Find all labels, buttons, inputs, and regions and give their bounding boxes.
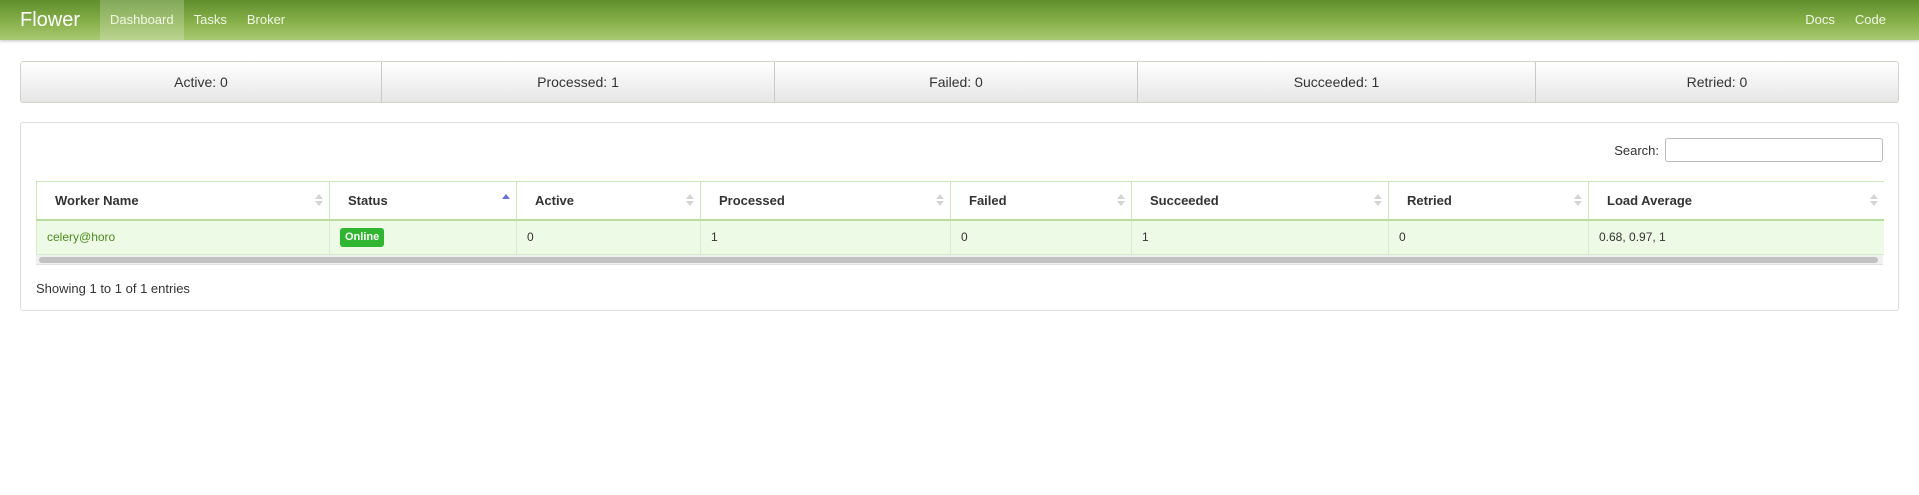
sort-icon bbox=[315, 194, 323, 208]
table-header-row: Worker Name Status Active Processed Fail… bbox=[36, 181, 1884, 221]
cell-failed: 0 bbox=[950, 219, 1132, 255]
search-label: Search: bbox=[1614, 142, 1659, 158]
sort-icon bbox=[1374, 194, 1382, 208]
cell-worker-name: celery@horo bbox=[36, 219, 330, 255]
column-header-active[interactable]: Active bbox=[516, 181, 701, 221]
worker-link[interactable]: celery@horo bbox=[47, 230, 115, 244]
nav-broker[interactable]: Broker bbox=[237, 0, 295, 40]
stat-processed: Processed: 1 bbox=[382, 62, 775, 102]
sort-icon bbox=[1869, 194, 1878, 208]
column-header-label: Load Average bbox=[1607, 192, 1693, 208]
summary-stats-bar: Active: 0 Processed: 1 Failed: 0 Succeed… bbox=[20, 61, 1899, 103]
table-row: celery@horo Online 0 1 0 1 0 0.68, 0.97,… bbox=[36, 219, 1884, 255]
top-navbar: Flower Dashboard Tasks Broker Docs Code bbox=[0, 0, 1919, 40]
scrollbar-thumb[interactable] bbox=[39, 257, 1878, 263]
brand-link[interactable]: Flower bbox=[20, 0, 80, 40]
column-header-label: Active bbox=[535, 192, 575, 208]
sort-icon bbox=[1117, 194, 1125, 208]
status-badge: Online bbox=[340, 227, 385, 247]
sort-icon bbox=[936, 194, 944, 208]
nav-tasks[interactable]: Tasks bbox=[184, 0, 237, 40]
nav-code[interactable]: Code bbox=[1845, 0, 1896, 40]
column-header-worker-name[interactable]: Worker Name bbox=[36, 181, 330, 221]
stat-succeeded: Succeeded: 1 bbox=[1138, 62, 1536, 102]
column-header-label: Succeeded bbox=[1150, 192, 1219, 208]
search-box: Search: bbox=[1614, 138, 1883, 162]
sort-ascending-icon bbox=[502, 194, 510, 208]
cell-processed: 1 bbox=[700, 219, 951, 255]
stat-failed: Failed: 0 bbox=[775, 62, 1138, 102]
table-info: Showing 1 to 1 of 1 entries bbox=[36, 281, 190, 296]
workers-table-wrapper: Worker Name Status Active Processed Fail… bbox=[36, 181, 1884, 271]
column-header-succeeded[interactable]: Succeeded bbox=[1131, 181, 1389, 221]
search-input[interactable] bbox=[1665, 138, 1883, 162]
workers-table: Worker Name Status Active Processed Fail… bbox=[36, 181, 1884, 255]
cell-succeeded: 1 bbox=[1131, 219, 1389, 255]
cell-active: 0 bbox=[516, 219, 701, 255]
main-nav: Dashboard Tasks Broker bbox=[100, 0, 295, 40]
column-header-status[interactable]: Status bbox=[329, 181, 517, 221]
cell-status: Online bbox=[329, 219, 517, 255]
column-header-label: Failed bbox=[969, 192, 1007, 208]
column-header-failed[interactable]: Failed bbox=[950, 181, 1132, 221]
sort-icon bbox=[1574, 194, 1582, 208]
column-header-retried[interactable]: Retried bbox=[1388, 181, 1589, 221]
nav-docs[interactable]: Docs bbox=[1795, 0, 1845, 40]
workers-panel: Search: Worker Name Status Active Proces… bbox=[20, 122, 1899, 311]
horizontal-scrollbar[interactable] bbox=[36, 255, 1883, 265]
column-header-label: Processed bbox=[719, 192, 785, 208]
stat-retried: Retried: 0 bbox=[1536, 62, 1898, 102]
cell-retried: 0 bbox=[1388, 219, 1589, 255]
sort-icon bbox=[686, 194, 694, 208]
column-header-load-average[interactable]: Load Average bbox=[1588, 181, 1884, 221]
column-header-processed[interactable]: Processed bbox=[700, 181, 951, 221]
nav-dashboard[interactable]: Dashboard bbox=[100, 0, 184, 40]
secondary-nav: Docs Code bbox=[1795, 0, 1896, 40]
stat-active: Active: 0 bbox=[21, 62, 382, 102]
column-header-label: Worker Name bbox=[55, 192, 139, 208]
cell-load-average: 0.68, 0.97, 1 bbox=[1588, 219, 1884, 255]
column-header-label: Status bbox=[348, 192, 388, 208]
column-header-label: Retried bbox=[1407, 192, 1452, 208]
